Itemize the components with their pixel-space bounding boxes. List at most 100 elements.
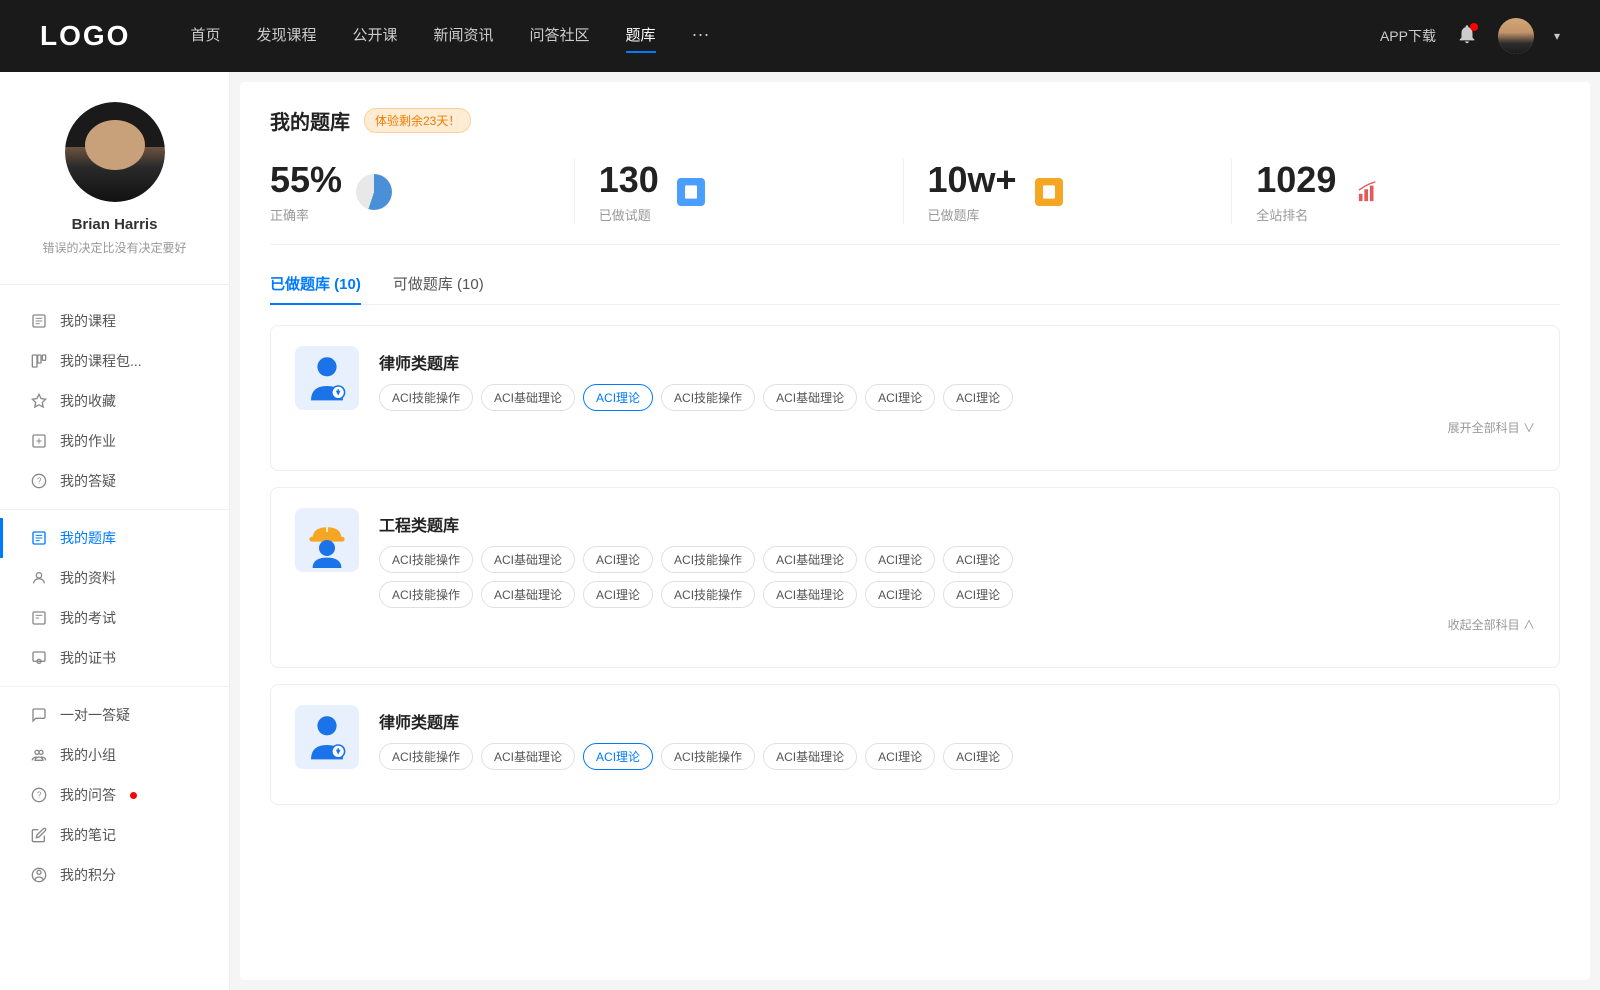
nav-news[interactable]: 新闻资讯	[434, 24, 494, 49]
tag-2-14[interactable]: ACI理论	[943, 581, 1013, 608]
sidebar-item-notes[interactable]: 我的笔记	[0, 815, 229, 855]
blue-doc-icon	[677, 178, 705, 206]
sidebar-label-collection: 我的收藏	[60, 391, 116, 411]
tag-2-7[interactable]: ACI理论	[943, 546, 1013, 573]
stat-done-questions: 130 已做试题	[575, 159, 904, 224]
profile-icon	[30, 569, 48, 587]
nav-qa[interactable]: 问答社区	[530, 24, 590, 49]
tag-1-3[interactable]: ACI理论	[583, 384, 653, 411]
tag-3-1[interactable]: ACI技能操作	[379, 743, 473, 770]
trial-badge: 体验剩余23天！	[364, 108, 471, 133]
done-banks-value: 10w+	[928, 159, 1017, 201]
sidebar-label-1on1: 一对一答疑	[60, 705, 130, 725]
sidebar-item-my-qa[interactable]: ? 我的问答	[0, 775, 229, 815]
sidebar-label-exam: 我的考试	[60, 608, 116, 628]
nav-more[interactable]: ···	[692, 24, 710, 49]
qa-icon: ?	[30, 472, 48, 490]
done-questions-label: 已做试题	[599, 205, 659, 224]
lawyer-icon-2	[295, 705, 359, 769]
tag-2-9[interactable]: ACI基础理论	[481, 581, 575, 608]
collapse-btn-2[interactable]: 收起全部科目 ∧	[379, 616, 1535, 633]
expand-btn-1[interactable]: 展开全部科目 ∨	[379, 419, 1535, 436]
sidebar-label-points: 我的积分	[60, 865, 116, 885]
sidebar-item-collection[interactable]: 我的收藏	[0, 381, 229, 421]
tag-2-1[interactable]: ACI技能操作	[379, 546, 473, 573]
sidebar-item-qa[interactable]: ? 我的答疑	[0, 461, 229, 501]
sidebar-item-my-courses[interactable]: 我的课程	[0, 301, 229, 341]
tag-2-13[interactable]: ACI理论	[865, 581, 935, 608]
tag-1-1[interactable]: ACI技能操作	[379, 384, 473, 411]
tag-3-2[interactable]: ACI基础理论	[481, 743, 575, 770]
stat-site-rank-group: 1029 全站排名	[1256, 159, 1336, 224]
site-rank-label: 全站排名	[1256, 205, 1336, 224]
sidebar-item-qbank[interactable]: 我的题库	[0, 518, 229, 558]
tag-2-11[interactable]: ACI技能操作	[661, 581, 755, 608]
nav-open-course[interactable]: 公开课	[352, 24, 397, 49]
tag-2-4[interactable]: ACI技能操作	[661, 546, 755, 573]
qbank-card-header-2: 工程类题库 ACI技能操作 ACI基础理论 ACI理论 ACI技能操作 ACI基…	[295, 508, 1535, 633]
tabs-row: 已做题库 (10) 可做题库 (10)	[270, 273, 1560, 305]
stat-done-banks: 10w+ 已做题库	[904, 159, 1233, 224]
tag-2-2[interactable]: ACI基础理论	[481, 546, 575, 573]
tag-3-3[interactable]: ACI理论	[583, 743, 653, 770]
tag-1-4[interactable]: ACI技能操作	[661, 384, 755, 411]
qa-notification-dot	[130, 792, 137, 799]
tag-2-12[interactable]: ACI基础理论	[763, 581, 857, 608]
tag-1-5[interactable]: ACI基础理论	[763, 384, 857, 411]
engineer-icon	[295, 508, 359, 572]
qbank-tags-1: ACI技能操作 ACI基础理论 ACI理论 ACI技能操作 ACI基础理论 AC…	[379, 384, 1535, 411]
nav-qbank[interactable]: 题库	[626, 24, 656, 49]
sidebar-item-cert[interactable]: 我的证书	[0, 638, 229, 678]
tag-2-6[interactable]: ACI理论	[865, 546, 935, 573]
sidebar-item-profile[interactable]: 我的资料	[0, 558, 229, 598]
page-title-row: 我的题库 体验剩余23天！	[270, 106, 1560, 135]
tag-1-2[interactable]: ACI基础理论	[481, 384, 575, 411]
qbank-card-header-3: 律师类题库 ACI技能操作 ACI基础理论 ACI理论 ACI技能操作 ACI基…	[295, 705, 1535, 770]
sidebar-item-group[interactable]: 我的小组	[0, 735, 229, 775]
collection-icon	[30, 392, 48, 410]
tag-1-6[interactable]: ACI理论	[865, 384, 935, 411]
nav-links: 首页 发现课程 公开课 新闻资讯 问答社区 题库 ···	[190, 24, 1380, 49]
tag-2-3[interactable]: ACI理论	[583, 546, 653, 573]
course-pkg-icon	[30, 352, 48, 370]
my-qa-icon: ?	[30, 786, 48, 804]
tag-3-4[interactable]: ACI技能操作	[661, 743, 755, 770]
avatar[interactable]	[1498, 18, 1534, 54]
tag-2-10[interactable]: ACI理论	[583, 581, 653, 608]
avatar-chevron[interactable]: ▾	[1554, 29, 1560, 43]
logo[interactable]: LOGO	[40, 20, 130, 52]
qbank-card-engineer: 工程类题库 ACI技能操作 ACI基础理论 ACI理论 ACI技能操作 ACI基…	[270, 487, 1560, 668]
site-rank-value: 1029	[1256, 159, 1336, 201]
stat-accuracy: 55% 正确率	[270, 159, 575, 224]
qbank-info-2: 工程类题库 ACI技能操作 ACI基础理论 ACI理论 ACI技能操作 ACI基…	[379, 508, 1535, 633]
nav-discover[interactable]: 发现课程	[256, 24, 316, 49]
tag-1-7[interactable]: ACI理论	[943, 384, 1013, 411]
page-title: 我的题库	[270, 106, 350, 135]
sidebar-item-points[interactable]: 我的积分	[0, 855, 229, 895]
tag-3-7[interactable]: ACI理论	[943, 743, 1013, 770]
main-content: 我的题库 体验剩余23天！ 55% 正确率 130 已做试题	[240, 82, 1590, 980]
sidebar-item-homework[interactable]: 我的作业	[0, 421, 229, 461]
tag-2-8[interactable]: ACI技能操作	[379, 581, 473, 608]
nav-home[interactable]: 首页	[190, 24, 220, 49]
tag-3-6[interactable]: ACI理论	[865, 743, 935, 770]
sidebar-label-my-courses: 我的课程	[60, 311, 116, 331]
sidebar-label-qbank: 我的题库	[60, 528, 116, 548]
cert-icon	[30, 649, 48, 667]
done-questions-icon	[673, 174, 709, 210]
notification-bell[interactable]	[1456, 23, 1478, 50]
tag-3-5[interactable]: ACI基础理论	[763, 743, 857, 770]
my-courses-icon	[30, 312, 48, 330]
sidebar-divider-3	[0, 686, 229, 687]
qbank-card-lawyer-2: 律师类题库 ACI技能操作 ACI基础理论 ACI理论 ACI技能操作 ACI基…	[270, 684, 1560, 805]
tab-available-banks[interactable]: 可做题库 (10)	[393, 273, 484, 304]
app-download-link[interactable]: APP下载	[1380, 26, 1436, 46]
sidebar-item-exam[interactable]: 我的考试	[0, 598, 229, 638]
qbank-title-2: 工程类题库	[379, 508, 1535, 536]
stats-row: 55% 正确率 130 已做试题	[270, 159, 1560, 245]
tag-2-5[interactable]: ACI基础理论	[763, 546, 857, 573]
sidebar-item-course-pkg[interactable]: 我的课程包...	[0, 341, 229, 381]
profile-motto: 错误的决定比没有决定要好	[42, 239, 186, 256]
sidebar-item-1on1[interactable]: 一对一答疑	[0, 695, 229, 735]
tab-done-banks[interactable]: 已做题库 (10)	[270, 273, 361, 304]
